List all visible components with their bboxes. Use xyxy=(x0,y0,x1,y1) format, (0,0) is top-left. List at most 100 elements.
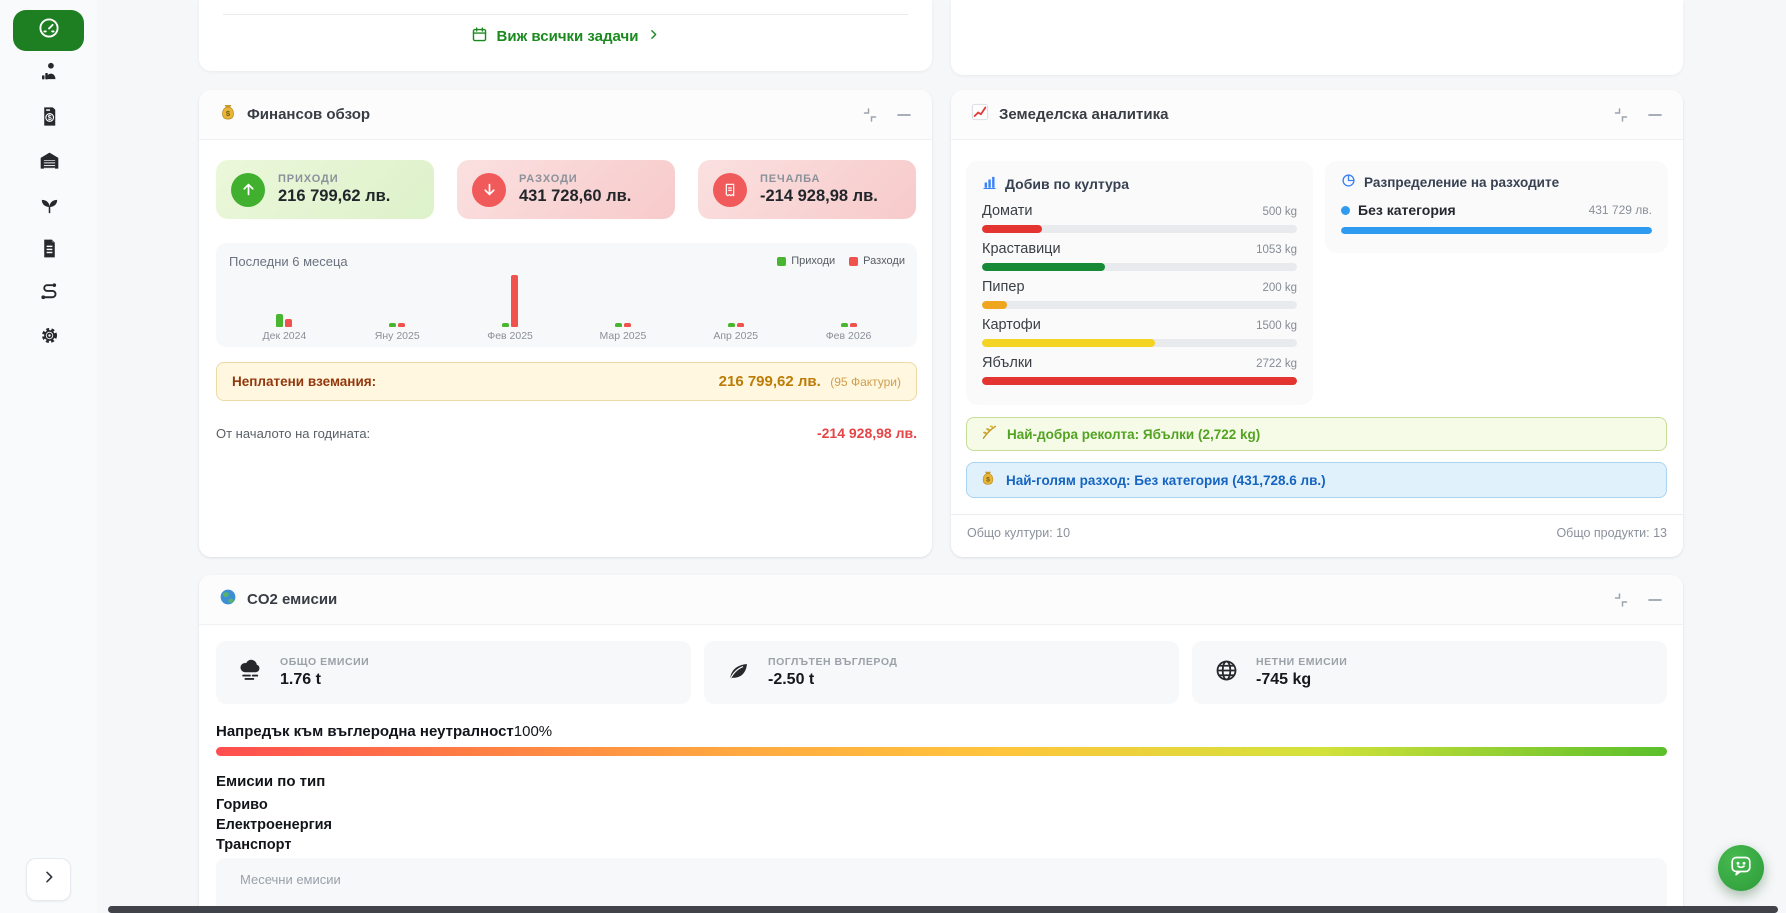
arrow-down-icon xyxy=(472,173,506,207)
unpaid-receivables-banner: Неплатени вземания: 216 799,62 лв. (95 Ф… xyxy=(216,362,917,401)
cost-category-row: Без категория 431 729 лв. xyxy=(1341,202,1652,218)
gear-icon xyxy=(38,324,61,352)
yield-panel-title: Добив по култура xyxy=(1005,176,1129,192)
finance-card-title: Финансов обзор xyxy=(247,106,370,123)
income-bar xyxy=(615,323,622,327)
expense-stat-chip: РАЗХОДИ 431 728,60 лв. xyxy=(457,160,675,219)
horizontal-scrollbar[interactable] xyxy=(108,906,1778,913)
minimize-icon[interactable] xyxy=(1647,107,1663,123)
wheat-icon xyxy=(980,423,997,445)
dashboard-page: $ xyxy=(0,0,1786,913)
crop-name: Ябълки xyxy=(982,354,1032,373)
legend-expense-swatch xyxy=(849,257,858,266)
sidebar-expand-button[interactable] xyxy=(26,858,71,901)
sprout-icon xyxy=(38,193,61,221)
chart-column: Фев 2025 xyxy=(454,269,567,342)
expense-bar xyxy=(850,323,857,327)
agri-totals-row: Общо култури: 10 Общо продукти: 13 xyxy=(967,526,1667,540)
crop-row: Картофи 1500 kg xyxy=(982,316,1297,347)
sidebar-item-logistics[interactable] xyxy=(36,281,62,307)
yield-panel-title-row: Добив по култура xyxy=(982,175,1297,193)
sidebar-item-crops[interactable] xyxy=(36,194,62,220)
chart-column: Апр 2025 xyxy=(679,269,792,342)
arrow-up-icon xyxy=(231,173,265,207)
earth-icon xyxy=(219,588,237,611)
ytd-value: -214 928,98 лв. xyxy=(817,425,917,441)
collapse-icon[interactable] xyxy=(862,107,878,123)
leaf-icon xyxy=(725,657,752,689)
income-bar xyxy=(728,323,735,327)
cost-distribution-panel: Разпределение на разходите Без категория… xyxy=(1325,161,1668,253)
minimize-icon[interactable] xyxy=(1647,592,1663,608)
sidebar-item-invoices[interactable]: $ xyxy=(36,106,62,132)
absorbed-carbon-box: ПОГЛЪТЕН ВЪГЛЕРОД -2.50 t xyxy=(704,641,1179,704)
route-icon xyxy=(38,280,61,308)
crop-name: Картофи xyxy=(982,316,1041,335)
collapse-icon[interactable] xyxy=(1613,107,1629,123)
month-label: Яну 2025 xyxy=(375,330,420,342)
crop-value: 2722 kg xyxy=(1256,358,1297,370)
income-bar xyxy=(502,323,509,327)
mini-chart-title: Последни 6 месеца xyxy=(229,254,348,269)
emissions-by-type-title: Емисии по тип xyxy=(216,773,325,790)
month-label: Фев 2026 xyxy=(826,330,872,342)
smog-icon xyxy=(237,657,264,689)
costs-panel-title: Разпределение на разходите xyxy=(1364,175,1559,190)
crop-bar-track xyxy=(982,263,1297,271)
crop-row: Пипер 200 kg xyxy=(982,278,1297,309)
crop-name: Краставици xyxy=(982,240,1061,259)
income-stat-chip: ПРИХОДИ 216 799,62 лв. xyxy=(216,160,434,219)
neutrality-progress-row: Напредък към въглеродна неутралност100% xyxy=(216,723,552,740)
absorbed-carbon-value: -2.50 t xyxy=(768,671,897,689)
legend-income-swatch xyxy=(777,257,786,266)
sidebar-item-dashboard[interactable] xyxy=(13,10,84,51)
legend-income: Приходи xyxy=(777,255,835,267)
co2-card-title: CO2 емисии xyxy=(247,591,337,608)
view-all-tasks-link[interactable]: Виж всички задачи xyxy=(199,26,932,47)
warehouse-icon xyxy=(38,149,61,177)
chart-legend: Приходи Разходи xyxy=(777,255,905,267)
crop-bar-track xyxy=(982,377,1297,385)
income-bar xyxy=(276,314,283,327)
income-bar xyxy=(841,323,848,327)
sidebar: $ xyxy=(0,0,97,913)
unpaid-value: 216 799,62 лв. xyxy=(719,373,821,390)
calendar-stub-card xyxy=(951,0,1683,75)
neutrality-progress-bar xyxy=(216,747,1667,756)
neutrality-progress-label: Напредък към въглеродна неутралност xyxy=(216,723,514,740)
expense-bar xyxy=(737,323,744,327)
chevron-right-icon xyxy=(41,869,57,890)
expense-value: 431 728,60 лв. xyxy=(519,187,631,206)
sidebar-item-clients[interactable] xyxy=(36,61,62,87)
expense-bar xyxy=(285,319,292,327)
net-emissions-box: НЕТНИ ЕМИСИИ -745 kg xyxy=(1192,641,1667,704)
sidebar-item-documents[interactable] xyxy=(36,238,62,264)
income-label: ПРИХОДИ xyxy=(278,173,390,185)
crop-name: Пипер xyxy=(982,278,1025,297)
crop-bar-fill xyxy=(982,377,1297,385)
ytd-row: От началото на годината: -214 928,98 лв. xyxy=(216,425,917,441)
calendar-icon xyxy=(471,26,488,47)
document-icon xyxy=(38,237,61,265)
dashboard-icon xyxy=(37,16,61,45)
crop-bar-track xyxy=(982,225,1297,233)
chart-increasing-icon xyxy=(971,103,989,126)
crop-value: 1053 kg xyxy=(1256,244,1297,256)
collapse-icon[interactable] xyxy=(1613,592,1629,608)
income-value: 216 799,62 лв. xyxy=(278,187,390,206)
chevron-right-icon xyxy=(647,28,660,45)
sidebar-item-warehouse[interactable] xyxy=(36,150,62,176)
globe-icon xyxy=(1213,657,1240,689)
cost-bar-fill xyxy=(1341,227,1652,234)
minimize-icon[interactable] xyxy=(896,107,912,123)
crop-bar-fill xyxy=(982,225,1042,233)
sidebar-item-settings[interactable] xyxy=(36,325,62,351)
svg-text:$: $ xyxy=(47,114,51,122)
month-label: Мар 2025 xyxy=(599,330,646,342)
support-chat-button[interactable] xyxy=(1718,845,1764,891)
crop-bar-track xyxy=(982,301,1297,309)
net-emissions-label: НЕТНИ ЕМИСИИ xyxy=(1256,656,1347,668)
crop-value: 500 kg xyxy=(1262,206,1297,218)
finance-card: $ Финансов обзор xyxy=(199,90,932,557)
monthly-emissions-panel: Месечни емисии xyxy=(216,858,1667,913)
